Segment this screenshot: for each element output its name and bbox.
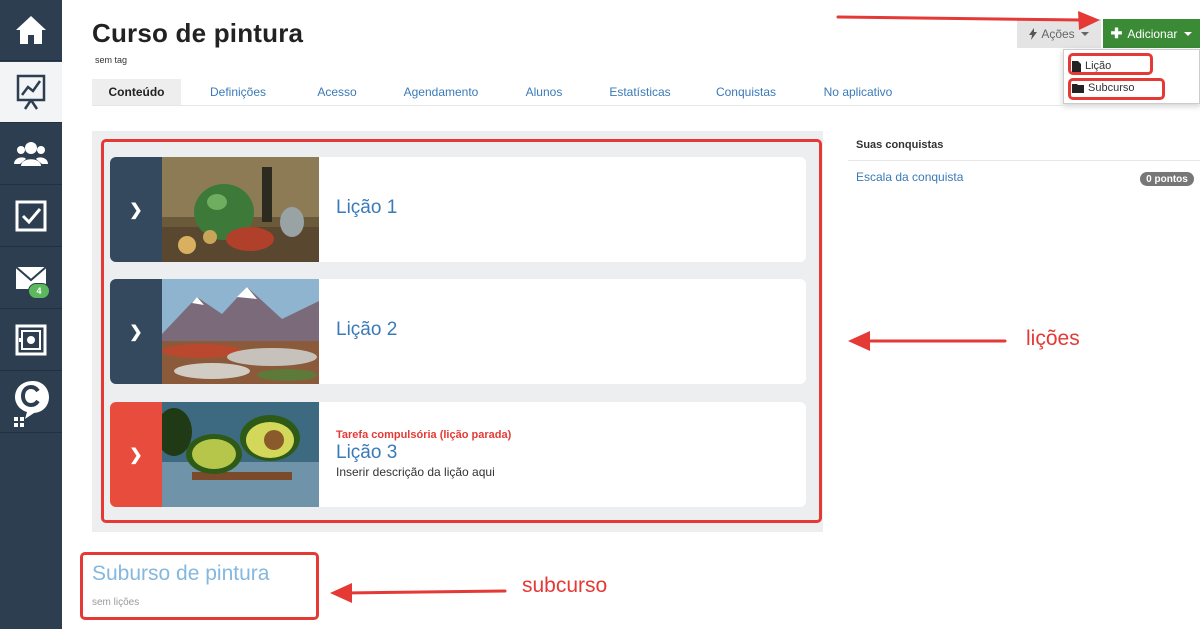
safe-icon bbox=[15, 324, 47, 356]
mail-badge: 4 bbox=[28, 283, 50, 299]
course-chart-icon bbox=[16, 74, 46, 110]
sidebar-item-chat[interactable] bbox=[0, 372, 62, 433]
lessons-annotation-label: lições bbox=[1026, 327, 1080, 350]
tab-content[interactable]: Conteúdo bbox=[92, 79, 181, 105]
sidebar-item-messages[interactable]: 4 bbox=[0, 248, 62, 309]
points-badge: 0 pontos bbox=[1140, 172, 1194, 186]
tab-settings[interactable]: Definições bbox=[198, 79, 278, 105]
achievements-title: Suas conquistas bbox=[856, 139, 944, 151]
tab-bar: Conteúdo Definições Acesso Agendamento A… bbox=[92, 79, 1200, 106]
chevron-down-icon bbox=[1184, 31, 1193, 36]
page-title: Curso de pintura bbox=[92, 18, 304, 48]
sidebar-item-tasks[interactable] bbox=[0, 186, 62, 247]
tab-in-app[interactable]: No aplicativo bbox=[810, 79, 906, 105]
chat-c-icon bbox=[14, 381, 49, 427]
tab-achievements[interactable]: Conquistas bbox=[704, 79, 788, 105]
lessons-highlight-box bbox=[101, 139, 822, 523]
tag-label: sem tag bbox=[95, 55, 128, 65]
add-label: Adicionar bbox=[1127, 26, 1178, 41]
plus-icon: ✚ bbox=[1110, 25, 1123, 41]
tab-access[interactable]: Acesso bbox=[302, 79, 372, 105]
lesson-menu-highlight-box bbox=[1068, 53, 1153, 75]
subcourse-menu-highlight-box bbox=[1068, 78, 1165, 100]
tab-students[interactable]: Alunos bbox=[514, 79, 574, 105]
achievement-scale-link[interactable]: Escala da conquista bbox=[856, 170, 963, 184]
sidebar-item-home[interactable] bbox=[0, 0, 62, 61]
tab-statistics[interactable]: Estatísticas bbox=[598, 79, 682, 105]
chevron-down-icon bbox=[1080, 31, 1089, 36]
users-icon bbox=[14, 142, 48, 166]
home-icon bbox=[16, 16, 46, 44]
sidebar-item-courses[interactable] bbox=[0, 62, 62, 123]
lightning-icon bbox=[1029, 27, 1038, 40]
add-button[interactable]: ✚ Adicionar bbox=[1103, 19, 1200, 48]
actions-button[interactable]: Ações bbox=[1017, 19, 1101, 48]
sidebar-item-users[interactable] bbox=[0, 124, 62, 185]
subcourse-highlight-box bbox=[80, 552, 319, 620]
sidebar: 4 bbox=[0, 0, 62, 629]
tab-scheduling[interactable]: Agendamento bbox=[394, 79, 488, 105]
subcourse-annotation-label: subcurso bbox=[522, 574, 608, 597]
divider bbox=[848, 160, 1200, 161]
sidebar-item-safe[interactable] bbox=[0, 310, 62, 371]
actions-label: Ações bbox=[1041, 26, 1075, 41]
checkbox-icon bbox=[15, 200, 47, 232]
